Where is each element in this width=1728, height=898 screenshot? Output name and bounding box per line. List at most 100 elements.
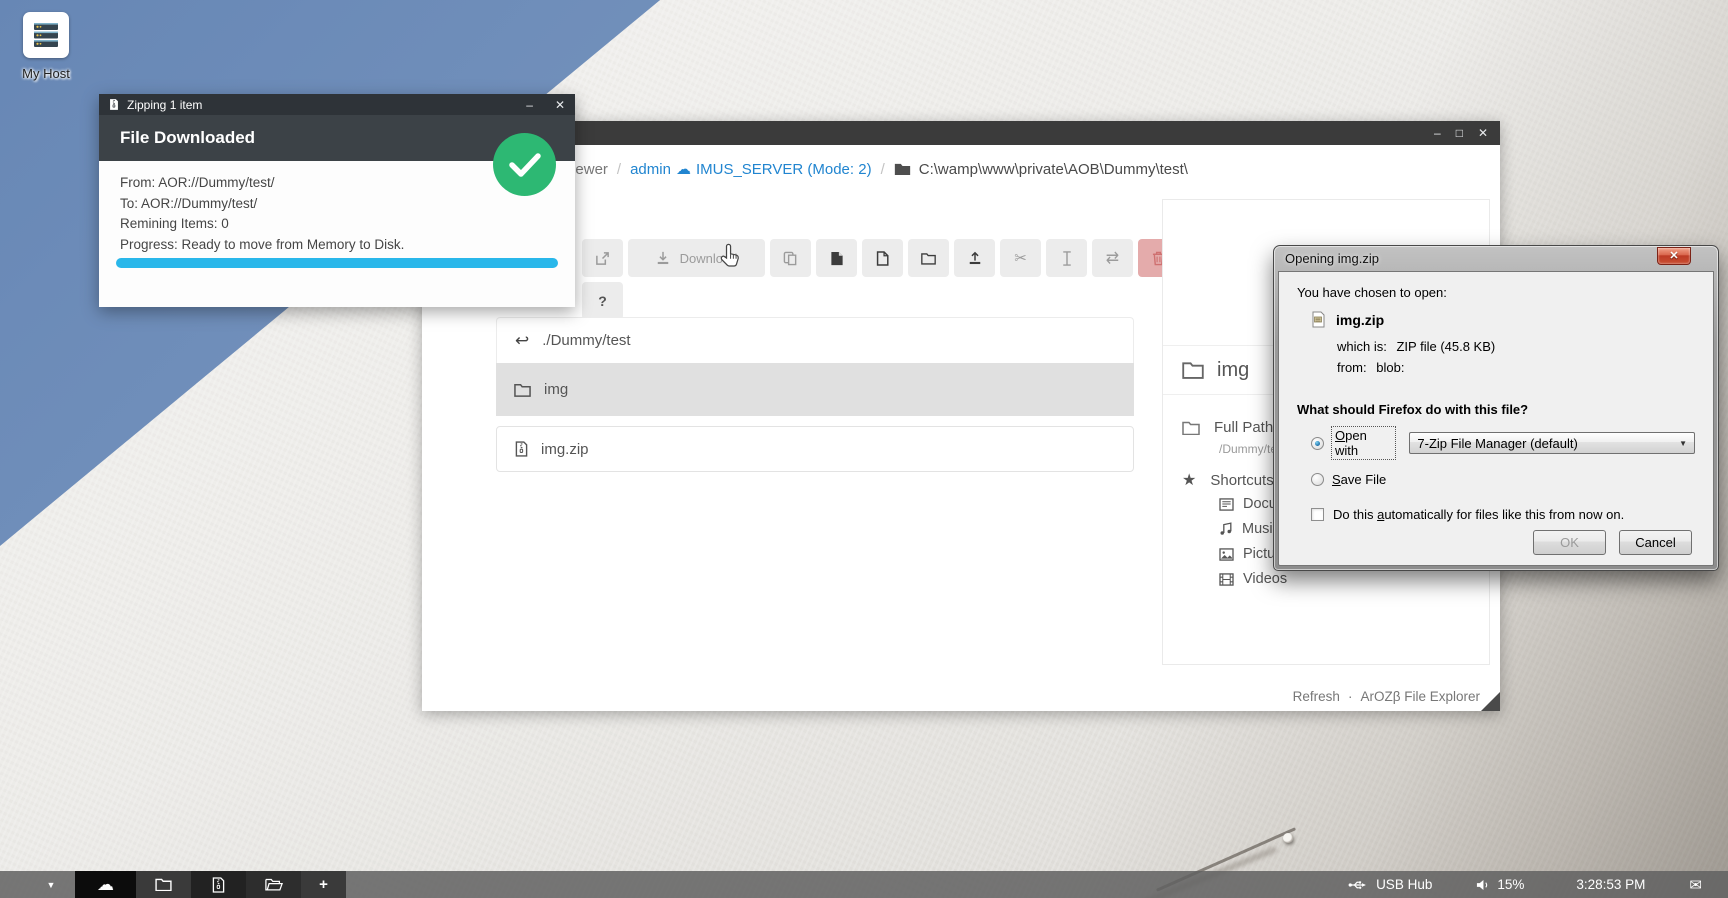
taskbar-tray: USB Hub 15% 3:28:53 PM ✉ <box>1348 871 1728 898</box>
upload-button[interactable] <box>954 239 995 277</box>
progress-bar <box>116 258 558 268</box>
plus-icon: + <box>319 876 328 893</box>
folder-icon <box>514 383 531 397</box>
explorer-footer: Refresh · ArOZβ File Explorer <box>1293 689 1480 704</box>
progress-line: Progress: Ready to move from Memory to D… <box>120 235 554 256</box>
swap-arrows-icon: ⇄ <box>1106 248 1119 268</box>
firefox-open-dialog: Opening img.zip ✕ You have chosen to ope… <box>1273 245 1719 571</box>
from-label: from: <box>1337 360 1367 375</box>
open-folder-icon <box>265 878 283 891</box>
taskbar-apps: ▼ ☁ + <box>27 871 346 898</box>
chevron-down-icon: ▼ <box>47 880 56 890</box>
desktop-icon-label: My Host <box>14 66 78 81</box>
resize-grip[interactable] <box>1481 692 1500 711</box>
download-icon <box>656 251 670 265</box>
folder-icon <box>155 878 172 891</box>
volume-indicator[interactable]: 15% <box>1476 877 1524 892</box>
folder-icon <box>1182 361 1204 379</box>
list-item-img-folder[interactable]: img <box>496 363 1134 416</box>
scissors-icon: ✂ <box>1014 249 1027 267</box>
breadcrumb-separator: / <box>617 161 621 178</box>
copy-icon <box>783 251 798 266</box>
zip-file-icon <box>1311 311 1326 328</box>
zip-file-icon <box>109 98 119 111</box>
rename-button[interactable] <box>1046 239 1087 277</box>
taskbar-folder-app[interactable] <box>136 871 191 898</box>
download-button[interactable]: Download <box>628 239 765 277</box>
folder-icon <box>894 162 911 176</box>
radio-open-with[interactable] <box>1311 437 1324 450</box>
shortcut-videos[interactable]: Videos <box>1219 571 1489 587</box>
new-file-icon <box>876 251 889 266</box>
new-file-button[interactable] <box>862 239 903 277</box>
dialog-buttons: OK Cancel <box>1533 530 1692 555</box>
minimize-icon[interactable]: – <box>526 99 533 111</box>
maximize-icon[interactable]: □ <box>1456 127 1463 139</box>
explorer-titlebar[interactable]: – □ ✕ <box>422 121 1500 145</box>
auto-checkbox-row[interactable]: Do this automatically for files like thi… <box>1311 507 1695 522</box>
mail-tray-button[interactable]: ✉ <box>1689 876 1702 894</box>
document-icon <box>1219 498 1234 511</box>
open-with-dropdown[interactable]: 7-Zip File Manager (default) ▼ <box>1409 432 1695 454</box>
zipping-titlebar[interactable]: Zipping 1 item – ✕ <box>99 94 575 115</box>
clock[interactable]: 3:28:53 PM <box>1576 877 1645 892</box>
new-folder-button[interactable] <box>908 239 949 277</box>
file-list: ↩ ./Dummy/test img img.zip <box>496 317 1134 472</box>
taskbar-expand-button[interactable]: ▼ <box>27 871 75 898</box>
zip-file-icon <box>515 441 528 457</box>
back-arrow-icon: ↩ <box>515 331 529 351</box>
close-icon[interactable]: ✕ <box>1657 247 1691 265</box>
dialog-intro: You have chosen to open: <box>1297 285 1695 300</box>
close-icon[interactable]: ✕ <box>1478 127 1488 139</box>
to-line: To: AOR://Dummy/test/ <box>120 194 554 215</box>
usb-hub-indicator[interactable]: USB Hub <box>1348 877 1432 892</box>
taskbar: ▼ ☁ + USB Hub 15% 3:28:53 PM ✉ <box>0 871 1728 898</box>
file-row: img.zip <box>1311 311 1695 328</box>
checkbox-do-automatically[interactable] <box>1311 508 1324 521</box>
from-row: from: blob: <box>1337 357 1695 378</box>
mail-icon: ✉ <box>1689 876 1702 894</box>
close-icon[interactable]: ✕ <box>555 99 565 111</box>
full-path-label: Full Path <box>1214 419 1273 436</box>
auto-label: Do this automatically for files like thi… <box>1333 507 1624 522</box>
from-line: From: AOR://Dummy/test/ <box>120 173 554 194</box>
cloud-icon: ☁ <box>676 160 691 178</box>
save-file-row[interactable]: Save File <box>1311 472 1695 487</box>
list-item-parent-dir[interactable]: ↩ ./Dummy/test <box>496 317 1134 363</box>
picture-icon <box>1219 548 1234 561</box>
list-item-img-zip[interactable]: img.zip <box>496 426 1134 472</box>
minimize-icon[interactable]: – <box>1434 127 1441 139</box>
dropdown-selected-value: 7-Zip File Manager (default) <box>1417 436 1577 451</box>
taskbar-zip-app[interactable] <box>191 871 246 898</box>
desktop-icon-my-host[interactable]: My Host <box>14 12 78 81</box>
dialog-title: Opening img.zip <box>1285 251 1379 266</box>
star-icon: ★ <box>1182 470 1196 490</box>
cancel-button[interactable]: Cancel <box>1619 530 1692 555</box>
taskbar-file-manager-app[interactable] <box>246 871 301 898</box>
footer-separator: · <box>1348 689 1353 704</box>
open-external-button[interactable] <box>582 239 623 277</box>
help-button[interactable]: ? <box>582 282 623 320</box>
taskbar-cloud-app[interactable]: ☁ <box>75 871 136 898</box>
shortcut-label: Videos <box>1243 571 1287 587</box>
checkmark-icon <box>508 152 542 178</box>
external-link-icon <box>595 251 610 266</box>
copy-button[interactable] <box>770 239 811 277</box>
open-with-row[interactable]: Open with 7-Zip File Manager (default) ▼ <box>1311 427 1695 459</box>
refresh-link[interactable]: Refresh <box>1293 689 1340 704</box>
swap-button[interactable]: ⇄ <box>1092 239 1133 277</box>
list-item-label: img <box>544 381 568 398</box>
brand-label: ArOZβ File Explorer <box>1360 689 1480 704</box>
breadcrumb-server-link[interactable]: IMUS_SERVER (Mode: 2) <box>696 161 872 178</box>
notification-title: File Downloaded <box>120 128 255 148</box>
ok-button[interactable]: OK <box>1533 530 1606 555</box>
zip-file-icon <box>212 877 225 893</box>
cut-button[interactable]: ✂ <box>1000 239 1041 277</box>
radio-save-file[interactable] <box>1311 473 1324 486</box>
taskbar-add-button[interactable]: + <box>301 871 346 898</box>
remaining-line: Remining Items: 0 <box>120 214 554 235</box>
paste-button[interactable] <box>816 239 857 277</box>
usb-hub-label: USB Hub <box>1376 877 1432 892</box>
breadcrumb-user-link[interactable]: admin <box>630 161 671 178</box>
breadcrumb-separator: / <box>881 161 885 178</box>
